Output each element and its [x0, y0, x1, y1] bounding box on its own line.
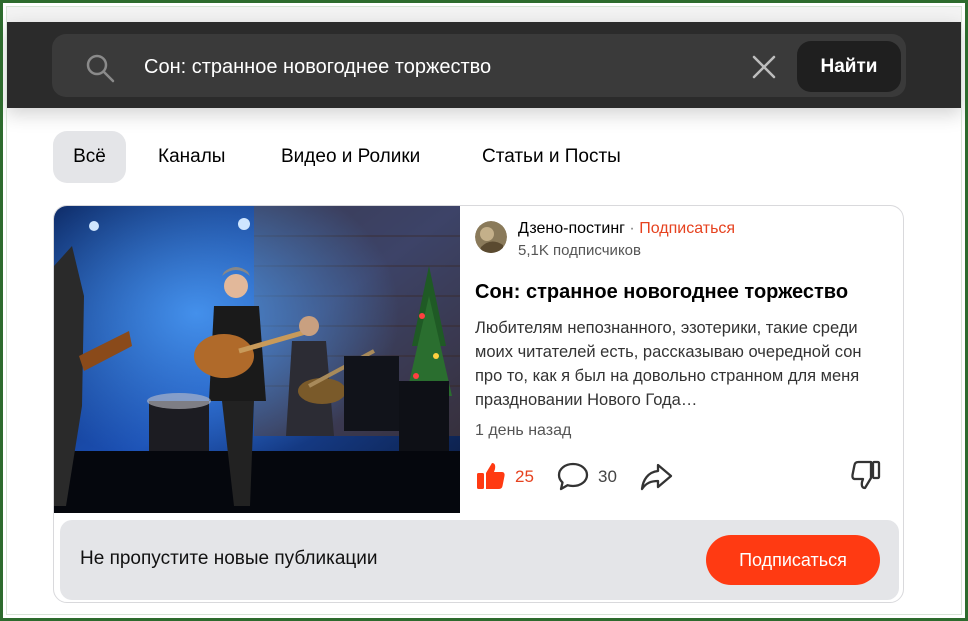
subscribe-button[interactable]: Подписаться: [706, 535, 880, 585]
comment-bubble-icon[interactable]: [556, 460, 590, 492]
share-arrow-icon[interactable]: [639, 460, 673, 492]
separator-dot: ·: [624, 220, 640, 237]
close-icon[interactable]: [750, 53, 778, 81]
post-card[interactable]: Дзено-постинг · Подписаться 5,1K подписч…: [53, 205, 904, 603]
top-strip: [6, 6, 962, 22]
post-image[interactable]: [54, 206, 460, 513]
subscribe-banner: Не пропустите новые публикации Подписать…: [60, 520, 899, 600]
tab-videos[interactable]: Видео и Ролики: [281, 131, 420, 183]
thumbs-down-icon[interactable]: [850, 459, 882, 491]
tab-articles[interactable]: Статьи и Посты: [482, 131, 621, 183]
thumbs-up-icon[interactable]: [475, 460, 507, 492]
like-count: 25: [515, 467, 534, 486]
subscribe-link[interactable]: Подписаться: [639, 220, 735, 237]
search-icon: [86, 54, 115, 83]
channel-name[interactable]: Дзено-постинг: [518, 220, 625, 237]
channel-line: Дзено-постинг · Подписаться: [518, 220, 735, 238]
find-button[interactable]: Найти: [797, 41, 901, 92]
post-time: 1 день назад: [475, 422, 572, 439]
tab-all[interactable]: Всё: [53, 131, 126, 183]
post-title[interactable]: Сон: странное новогоднее торжество: [475, 281, 848, 304]
tab-channels[interactable]: Каналы: [158, 131, 225, 183]
channel-avatar[interactable]: [475, 221, 507, 253]
search-input[interactable]: [144, 52, 724, 82]
subscriber-count: 5,1K подписчиков: [518, 242, 641, 259]
subscribe-banner-text: Не пропустите новые публикации: [80, 548, 378, 569]
comment-count: 30: [598, 467, 617, 486]
post-snippet[interactable]: Любителям непознанного, эзотерики, такие…: [475, 316, 887, 412]
